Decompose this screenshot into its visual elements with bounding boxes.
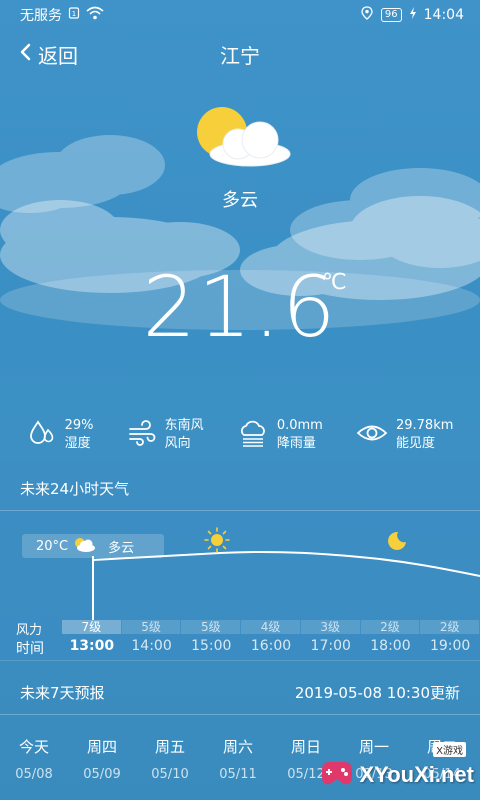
time-cell[interactable]: 19:00 bbox=[420, 638, 480, 654]
humidity-value: 29% bbox=[64, 418, 94, 433]
divider bbox=[0, 660, 480, 661]
battery-indicator: 96 bbox=[380, 8, 402, 22]
time-cell[interactable]: 18:00 bbox=[361, 638, 421, 654]
day-name: 周日 bbox=[290, 738, 321, 756]
day-date: 05/09 bbox=[83, 767, 121, 782]
day-date: 05/08 bbox=[15, 767, 53, 782]
wind-cell: 2级 bbox=[420, 620, 480, 634]
hourly-title: 未来24小时天气 bbox=[20, 480, 130, 498]
time-cell[interactable]: 13:00 bbox=[62, 638, 122, 654]
partly-cloudy-icon bbox=[197, 107, 291, 167]
stat-humidity: 29% 湿度 bbox=[27, 414, 94, 456]
time-row: 时间 13:00 14:00 15:00 16:00 17:00 18:00 1… bbox=[0, 638, 480, 657]
wind-cell: 5级 bbox=[121, 620, 182, 634]
forecast-day[interactable]: 周六 05/11 bbox=[208, 736, 268, 782]
humidity-icon bbox=[27, 418, 57, 452]
humidity-label: 湿度 bbox=[64, 436, 91, 451]
stat-visibility: 29.78km 能见度 bbox=[356, 414, 453, 456]
wifi-icon bbox=[86, 6, 104, 24]
wind-cell: 7级 bbox=[62, 620, 122, 634]
wind-cell: 3级 bbox=[300, 620, 361, 634]
wind-cell: 5级 bbox=[181, 620, 242, 634]
rainfall-value: 0.0mm bbox=[276, 418, 323, 433]
current-temperature: 21.6 bbox=[142, 258, 338, 356]
svg-text:1: 1 bbox=[72, 10, 76, 18]
day-name: 周四 bbox=[86, 738, 117, 756]
sun-icon bbox=[204, 527, 230, 553]
day-date: 05/10 bbox=[151, 767, 189, 782]
carrier-text: 无服务 bbox=[20, 8, 62, 24]
day-date: 05/11 bbox=[219, 767, 257, 782]
time-cell[interactable]: 17:00 bbox=[301, 638, 361, 654]
divider bbox=[0, 714, 480, 715]
time-row-label: 时间 bbox=[16, 641, 44, 657]
day-name: 周五 bbox=[154, 738, 185, 756]
hourly-forecast-section: 未来24小时天气 20°C 多云 风力 7级 5级 5级 4级 3级 2级 2级… bbox=[0, 462, 480, 660]
forecast-day[interactable]: 周四 05/09 bbox=[72, 736, 132, 782]
wind-cell: 2级 bbox=[360, 620, 421, 634]
visibility-value: 29.78km bbox=[395, 418, 454, 433]
status-bar: 无服务 1 96 14:04 bbox=[0, 0, 480, 30]
temperature-unit: ℃ bbox=[322, 270, 347, 295]
condition-text: 多云 bbox=[222, 190, 258, 211]
clock-time: 14:04 bbox=[423, 7, 464, 23]
wind-row: 风力 7级 5级 5级 4级 3级 2级 2级 bbox=[0, 620, 480, 638]
wind-direction-label: 风向 bbox=[164, 436, 191, 451]
update-time: 2019-05-08 10:30更新 bbox=[294, 684, 460, 702]
sim-icon: 1 bbox=[68, 7, 80, 23]
wind-cell: 4级 bbox=[241, 620, 301, 634]
watermark: XYouXi.net X游戏 bbox=[318, 742, 475, 794]
stat-rain: 0.0mm 降雨量 bbox=[237, 414, 323, 456]
header: 返回 江宁 bbox=[0, 38, 480, 72]
day-name: 今天 bbox=[18, 738, 49, 756]
visibility-label: 能见度 bbox=[395, 436, 435, 451]
wind-direction-value: 东南风 bbox=[164, 418, 204, 433]
wind-icon bbox=[127, 418, 157, 452]
watermark-text: XYouXi.net bbox=[359, 762, 475, 787]
moon-icon bbox=[388, 531, 406, 550]
divider bbox=[0, 510, 480, 511]
wind-row-label: 风力 bbox=[16, 623, 43, 638]
stat-wind: 东南风 风向 bbox=[127, 414, 204, 456]
gamepad-logo-icon bbox=[318, 756, 356, 794]
hourly-temperature-curve bbox=[92, 527, 480, 620]
watermark-badge: X游戏 bbox=[433, 742, 466, 757]
time-cell[interactable]: 15:00 bbox=[181, 638, 241, 654]
forecast-day[interactable]: 今天 05/08 bbox=[4, 736, 64, 782]
forecast-day[interactable]: 周五 05/10 bbox=[140, 736, 200, 782]
location-icon bbox=[361, 6, 373, 24]
page-title: 江宁 bbox=[220, 44, 260, 68]
day-name: 周六 bbox=[222, 738, 253, 756]
rainfall-label: 降雨量 bbox=[276, 436, 316, 451]
time-cell[interactable]: 14:00 bbox=[122, 638, 182, 654]
visibility-icon bbox=[356, 418, 388, 452]
forecast-header: 未来7天预报 2019-05-08 10:30更新 bbox=[0, 668, 480, 714]
rain-icon bbox=[237, 418, 269, 452]
time-cell[interactable]: 16:00 bbox=[241, 638, 301, 654]
weather-stats: 29% 湿度 东南风 风向 0.0mm 降雨量 29.78km 能见度 bbox=[0, 414, 480, 456]
charging-icon bbox=[409, 7, 416, 23]
day-name: 周一 bbox=[358, 738, 389, 756]
forecast-title: 未来7天预报 bbox=[20, 684, 105, 702]
